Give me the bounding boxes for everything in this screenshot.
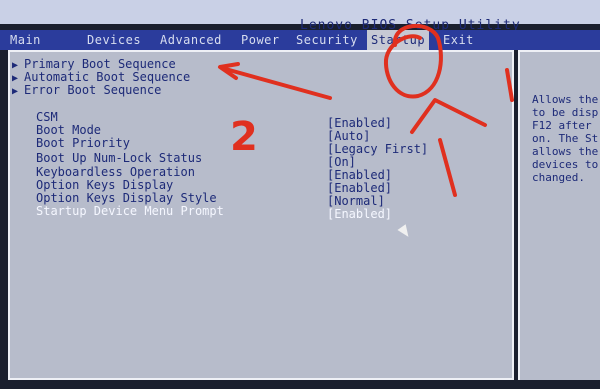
caret-annotation [410,98,487,134]
annotation-overlay: 2 [218,23,514,197]
bios-screen: Lenovo BIOS Setup Utility Main Devices A… [0,0,600,389]
circle-annotation [383,23,443,99]
stroke-annotation-right [505,68,514,102]
digit-two-annotation: 2 [230,114,258,160]
arrow-annotation [220,66,332,100]
stroke-annotation [438,138,457,197]
